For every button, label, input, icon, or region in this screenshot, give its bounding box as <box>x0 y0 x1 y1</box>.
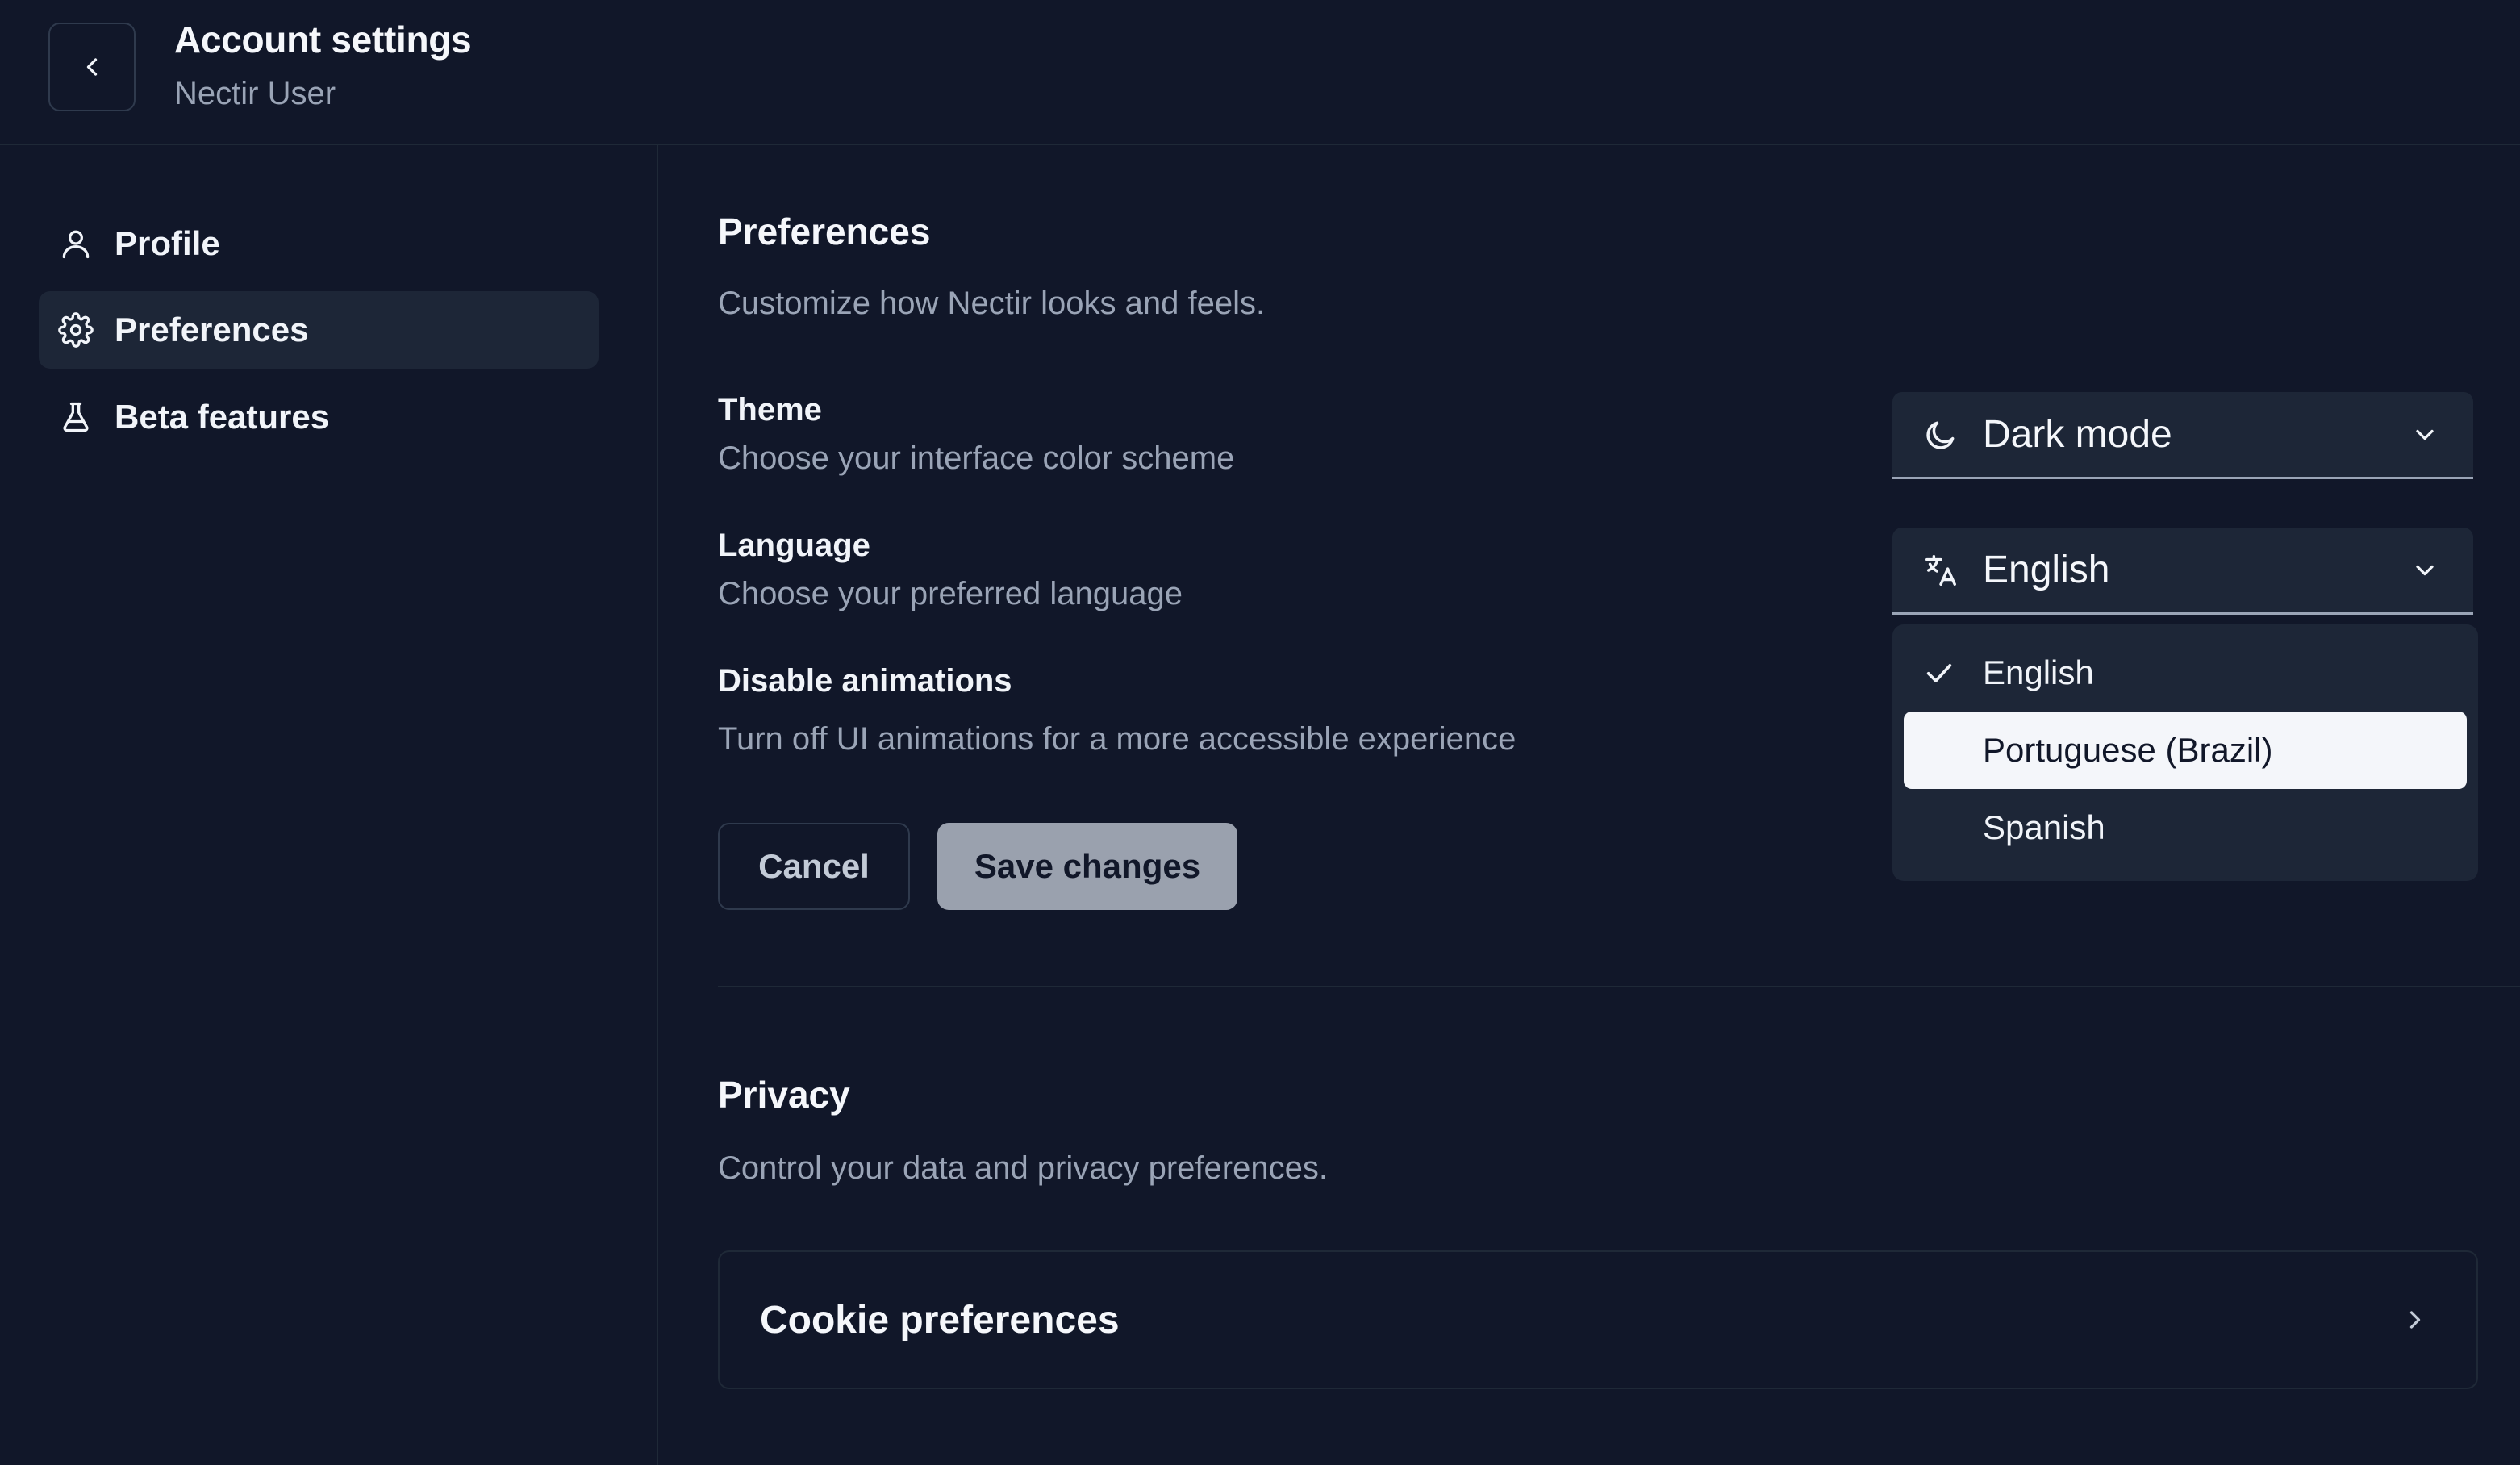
header: Account settings Nectir User <box>0 0 2520 145</box>
theme-description: Choose your interface color scheme <box>718 440 1235 476</box>
language-option-spanish[interactable]: Spanish <box>1904 789 2467 866</box>
section-divider <box>718 986 2520 987</box>
cancel-button[interactable]: Cancel <box>718 823 910 910</box>
sidebar-item-profile[interactable]: Profile <box>39 205 599 282</box>
theme-select[interactable]: Dark mode <box>1892 392 2473 479</box>
chevron-right-icon <box>2399 1304 2431 1336</box>
language-option-portuguese-brazil[interactable]: Portuguese (Brazil) <box>1904 712 2467 789</box>
preferences-title: Preferences <box>718 211 931 253</box>
sidebar-item-preferences[interactable]: Preferences <box>39 291 599 369</box>
cookie-preferences-label: Cookie preferences <box>760 1298 1120 1342</box>
sidebar-item-label: Preferences <box>115 311 309 349</box>
language-option-english[interactable]: English <box>1904 634 2467 712</box>
language-description: Choose your preferred language <box>718 576 1183 611</box>
chevron-down-icon <box>2409 419 2441 451</box>
chevron-down-icon <box>2409 554 2441 586</box>
language-select[interactable]: English <box>1892 528 2473 615</box>
language-option-label: Portuguese (Brazil) <box>1983 731 2273 769</box>
animations-description: Turn off UI animations for a more access… <box>718 721 1517 757</box>
theme-label: Theme <box>718 392 822 428</box>
animations-label: Disable animations <box>718 663 1012 699</box>
moon-icon <box>1921 415 1960 454</box>
user-icon <box>56 224 95 263</box>
language-dropdown: English Portuguese (Brazil) Spanish <box>1892 624 2478 881</box>
sidebar-item-label: Profile <box>115 224 220 262</box>
chevron-left-icon <box>77 52 106 81</box>
gear-icon <box>56 311 95 349</box>
sidebar-item-label: Beta features <box>115 398 330 436</box>
translate-icon <box>1921 551 1960 590</box>
language-option-label: English <box>1983 653 2094 691</box>
language-label: Language <box>718 528 870 563</box>
check-icon <box>1923 657 1955 689</box>
save-changes-button[interactable]: Save changes <box>937 823 1237 910</box>
theme-select-value: Dark mode <box>1983 413 2172 456</box>
cookie-preferences-card[interactable]: Cookie preferences <box>718 1250 2478 1389</box>
preferences-description: Customize how Nectir looks and feels. <box>718 286 1266 321</box>
flask-icon <box>56 398 95 436</box>
privacy-description: Control your data and privacy preference… <box>718 1150 1328 1186</box>
language-option-label: Spanish <box>1983 808 2105 846</box>
page-title: Account settings <box>174 19 472 61</box>
back-button[interactable] <box>48 23 136 111</box>
main-content: Preferences Customize how Nectir looks a… <box>718 145 2520 1465</box>
privacy-title: Privacy <box>718 1074 850 1116</box>
sidebar-item-beta-features[interactable]: Beta features <box>39 378 599 456</box>
language-select-value: English <box>1983 549 2110 591</box>
page-subtitle: Nectir User <box>174 76 336 111</box>
sidebar: Profile Preferences Beta features <box>0 145 658 1465</box>
